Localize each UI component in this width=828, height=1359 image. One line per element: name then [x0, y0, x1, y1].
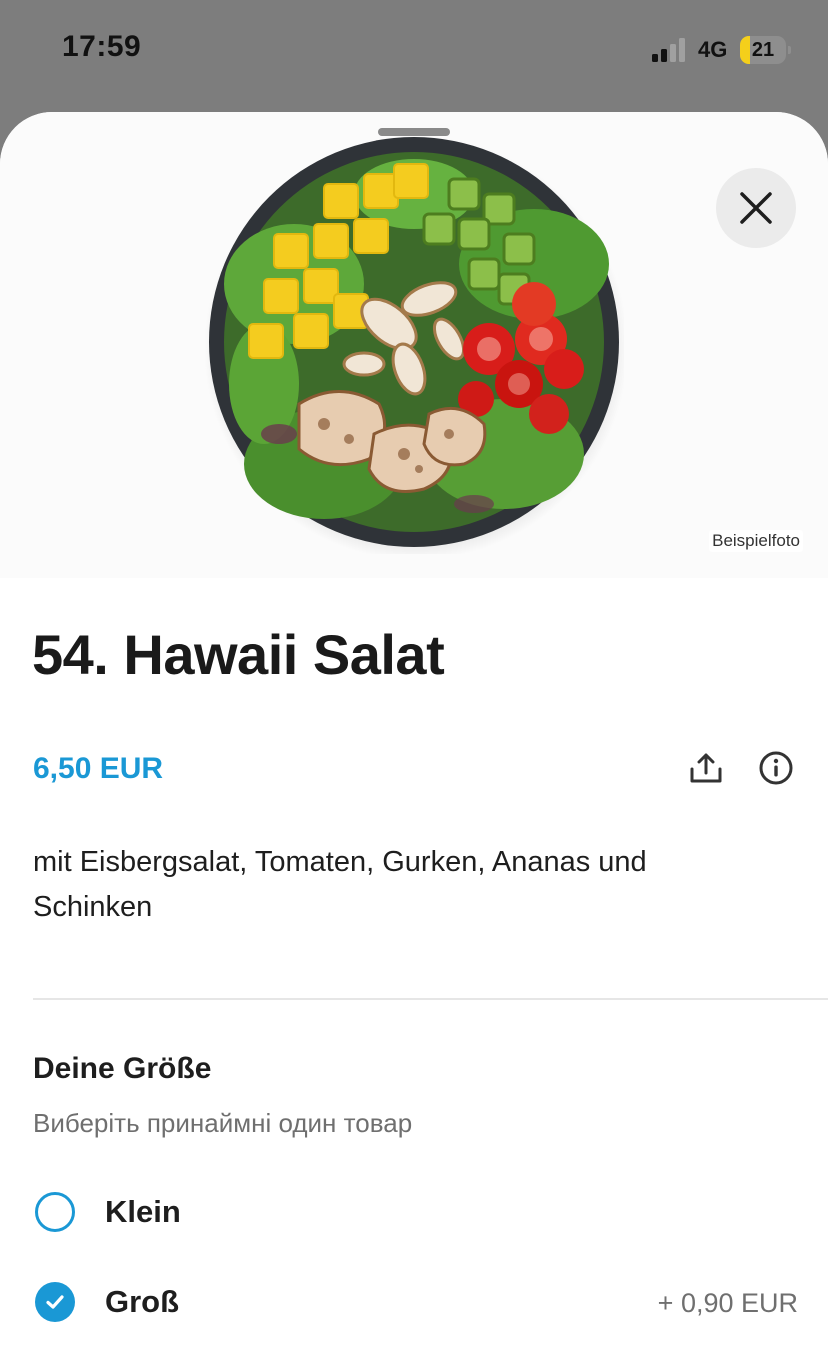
size-option-gross[interactable]: Groß + 0,90 EUR [33, 1274, 798, 1334]
close-icon [740, 192, 772, 224]
option-label: Klein [105, 1194, 181, 1229]
option-label: Groß [105, 1284, 180, 1319]
size-section-title: Deine Größe [33, 1052, 212, 1085]
check-icon [46, 1295, 64, 1309]
item-description: mit Eisbergsalat, Tomaten, Gurken, Anana… [33, 846, 647, 923]
close-button[interactable] [716, 168, 796, 248]
radio-selected[interactable] [35, 1282, 75, 1322]
battery-icon: 21 [740, 36, 791, 64]
photo-area: Beispielfoto [0, 112, 828, 578]
item-title: 54. Hawaii Salat [32, 623, 445, 686]
item-price: 6,50 EUR [33, 752, 164, 785]
share-button[interactable] [684, 746, 728, 790]
item-detail-sheet: Beispielfoto 54. Hawaii Salat 6,50 EUR m… [0, 112, 828, 1359]
status-time: 17:59 [62, 30, 142, 63]
battery-level: 21 [751, 39, 775, 61]
radio-unselected[interactable] [35, 1192, 75, 1232]
size-section-hint: Виберіть принаймні один товар [33, 1108, 413, 1138]
photo-caption: Beispielfoto [709, 530, 803, 552]
sheet-grabber[interactable] [378, 128, 450, 136]
info-button[interactable] [754, 746, 798, 790]
network-type: 4G [698, 37, 728, 62]
cellular-signal-icon [652, 38, 685, 62]
info-icon [759, 751, 793, 785]
option-extra-price: + 0,90 EUR [657, 1288, 798, 1318]
status-bar: 17:59 4G 21 [0, 0, 828, 100]
salad-bowl-photo [204, 136, 624, 554]
divider [33, 998, 828, 1000]
size-option-klein[interactable]: Klein [33, 1184, 798, 1244]
share-icon [690, 753, 722, 783]
